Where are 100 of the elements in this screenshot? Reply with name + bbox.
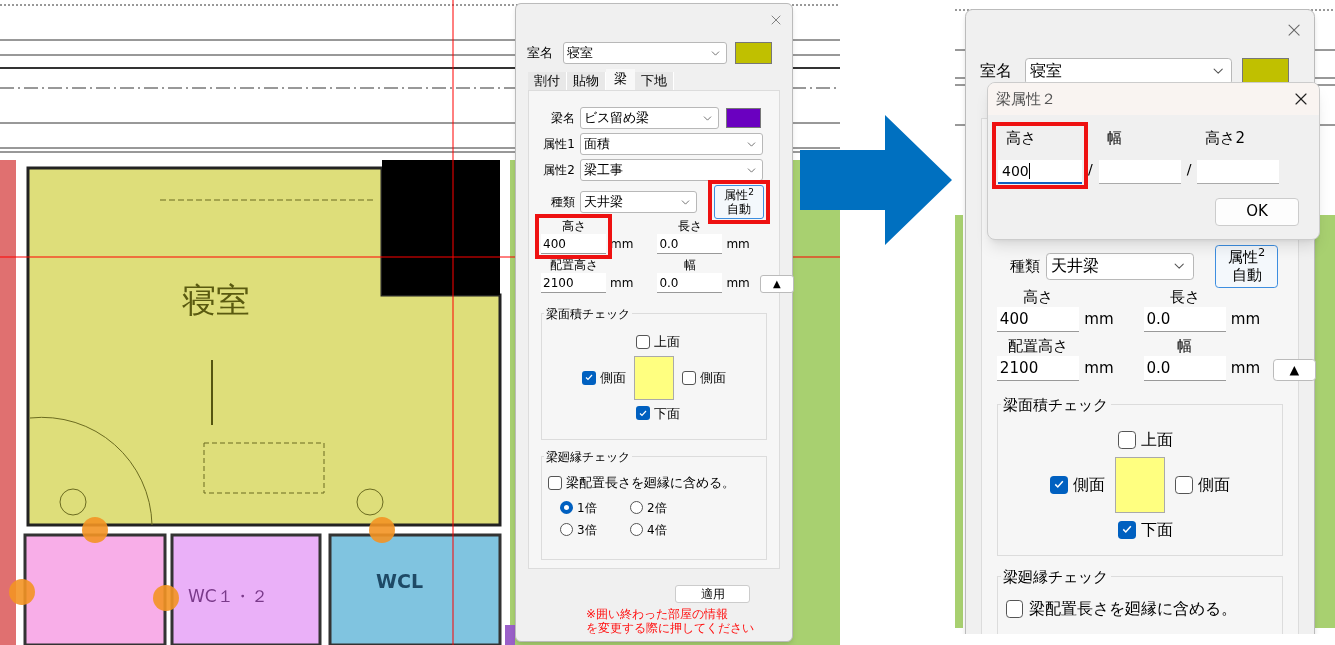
- color-swatch[interactable]: [735, 42, 772, 64]
- dropdown[interactable]: 寝室: [563, 42, 727, 64]
- input-field[interactable]: 400: [997, 306, 1080, 333]
- field-label: 室名: [979, 60, 1013, 83]
- apply-button[interactable]: 適用: [675, 584, 750, 603]
- field-label: 長さ: [1169, 287, 1200, 307]
- tab[interactable]: 貼物: [567, 72, 606, 90]
- group-title: 梁廻縁チェック: [544, 448, 632, 466]
- input-field[interactable]: 0.0: [1143, 356, 1226, 382]
- field-label: 配置高さ: [549, 258, 598, 273]
- beam-preview: [634, 355, 674, 400]
- checkbox[interactable]: [1117, 430, 1136, 449]
- check-icon: [1054, 480, 1065, 490]
- radio-button[interactable]: [630, 523, 643, 536]
- checkbox-label: 上面: [1140, 428, 1173, 451]
- tab[interactable]: 梁: [606, 69, 635, 90]
- field-label: 高さ: [1005, 128, 1037, 149]
- checkbox[interactable]: [1175, 476, 1194, 494]
- check-icon: [1121, 525, 1132, 535]
- unit-label: mm: [1230, 308, 1261, 330]
- tab[interactable]: 割付: [528, 72, 567, 90]
- radio-label: 2倍: [647, 499, 667, 517]
- radio-button[interactable]: [630, 501, 643, 514]
- auto-button[interactable]: 属性$^{2}$ 自動: [1215, 245, 1279, 288]
- up-button[interactable]: ▲: [1272, 358, 1316, 382]
- up-button[interactable]: ▲: [759, 275, 794, 293]
- field-label: 長さ: [677, 219, 702, 234]
- input-field[interactable]: [1197, 159, 1280, 184]
- checkbox[interactable]: [682, 370, 696, 385]
- checkbox-label: 側面: [1198, 473, 1231, 496]
- input-field[interactable]: 400: [541, 234, 606, 254]
- checkbox-label: 側面: [700, 368, 726, 387]
- unit-label: mm: [726, 275, 750, 292]
- radio-button[interactable]: [560, 523, 573, 536]
- unit-label: mm: [726, 236, 750, 253]
- checkbox-label: 下面: [1140, 518, 1173, 541]
- separator: /: [1088, 159, 1093, 179]
- checkbox[interactable]: [1050, 476, 1068, 494]
- field-label: 幅: [1177, 337, 1193, 356]
- separator: /: [1186, 159, 1192, 179]
- field-label: 高さ: [1023, 287, 1054, 307]
- checkbox[interactable]: [1117, 521, 1136, 539]
- warning-note: ※囲い終わった部屋の情報: [586, 606, 729, 621]
- checkbox-label: 側面: [1072, 473, 1105, 496]
- text-cursor: [1028, 162, 1030, 179]
- checkbox[interactable]: [636, 334, 650, 349]
- warning-note: を変更する際に押してください: [586, 620, 754, 635]
- input-field[interactable]: [1098, 159, 1181, 184]
- input-field[interactable]: 2100: [997, 356, 1080, 382]
- check-icon: [585, 374, 593, 381]
- unit-label: mm: [1230, 357, 1261, 379]
- arrow-icon: [800, 115, 952, 245]
- field-label: 種類: [550, 194, 576, 211]
- unit-label: mm: [610, 275, 634, 292]
- dialog-title: 梁属性２: [996, 88, 1056, 110]
- input-field[interactable]: 0.0: [657, 234, 723, 254]
- field-label: 属性2: [542, 162, 576, 179]
- radio-label: 4倍: [647, 521, 667, 539]
- field-label: 高さ: [561, 219, 586, 234]
- ok-button[interactable]: OK: [1215, 197, 1299, 226]
- input-field[interactable]: 400: [998, 159, 1082, 184]
- input-field[interactable]: 2100: [541, 273, 606, 293]
- auto-button[interactable]: 属性$^{2}$ 自動: [714, 185, 764, 219]
- radio-label: 1倍: [577, 499, 597, 517]
- radio-label: 3倍: [577, 521, 597, 539]
- input-field[interactable]: 0.0: [1143, 306, 1226, 333]
- checkbox[interactable]: [548, 475, 562, 490]
- room-label: 寝室: [182, 280, 250, 320]
- check-icon: [639, 409, 647, 417]
- checkbox-label: 梁配置長さを廻縁に含める。: [566, 474, 735, 492]
- group-title: 梁面積チェック: [544, 305, 632, 323]
- color-swatch[interactable]: [726, 108, 761, 128]
- unit-label: mm: [1084, 357, 1114, 379]
- field-label: 高さ2: [1204, 128, 1246, 149]
- field-label: 種類: [1009, 256, 1042, 278]
- checkbox[interactable]: [582, 370, 596, 385]
- room-label: WCL: [376, 570, 423, 592]
- dropdown[interactable]: 天井梁: [580, 191, 697, 213]
- checkbox-label: 下面: [654, 404, 680, 423]
- field-label: 室名: [527, 44, 554, 63]
- checkbox[interactable]: [636, 406, 650, 421]
- checkbox-label: 梁配置長さを廻縁に含める。: [1028, 598, 1237, 620]
- unit-label: mm: [1084, 308, 1114, 330]
- field-label: 幅: [1105, 128, 1123, 149]
- radio-button[interactable]: [560, 501, 573, 514]
- beam-preview: [1115, 457, 1166, 513]
- field-label: 幅: [683, 258, 696, 273]
- tab[interactable]: 下地: [635, 72, 674, 90]
- room-label: WC１・２: [188, 586, 268, 606]
- checkbox-label: 側面: [600, 368, 626, 387]
- checkbox-label: 上面: [654, 333, 680, 351]
- dropdown[interactable]: 天井梁: [1046, 252, 1194, 281]
- dropdown[interactable]: ビス留め梁: [580, 107, 719, 129]
- checkbox[interactable]: [1005, 600, 1024, 619]
- field-label: 梁名: [550, 110, 576, 127]
- field-label: 属性1: [542, 136, 576, 153]
- field-label: 配置高さ: [1008, 337, 1069, 356]
- dropdown[interactable]: 面積: [580, 133, 763, 155]
- input-field[interactable]: 0.0: [657, 273, 723, 293]
- dropdown[interactable]: 梁工事: [580, 159, 763, 181]
